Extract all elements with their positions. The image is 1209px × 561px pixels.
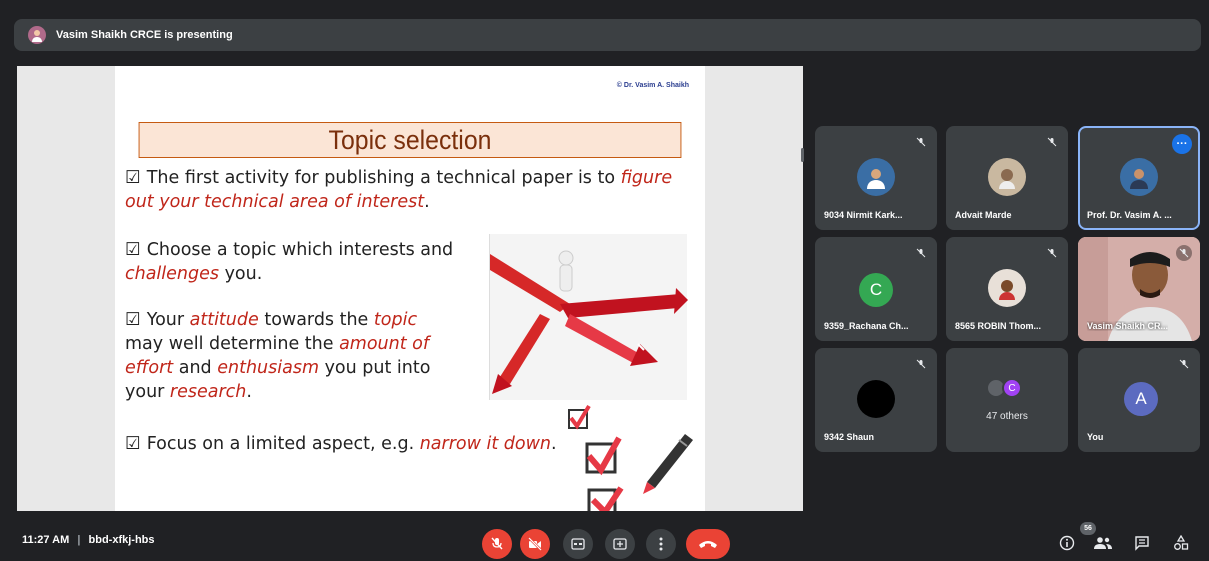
slide-bullet-4: ☑ Focus on a limited aspect, e.g. narrow … (125, 434, 557, 454)
chat-button[interactable] (1131, 532, 1153, 554)
more-options-button[interactable] (646, 529, 676, 559)
meeting-time: 11:27 AM (22, 534, 70, 546)
mic-off-icon (1044, 134, 1060, 150)
chat-icon (1135, 536, 1149, 551)
participant-tile[interactable]: 9034 Nirmit Kark... (815, 126, 937, 230)
meeting-info-button[interactable] (1056, 532, 1078, 554)
bottom-toolbar: 11:27 AM | bbd-xfkj-hbs 56 (0, 520, 1209, 561)
mic-off-icon (913, 356, 929, 372)
mic-off-icon (491, 537, 503, 550)
participant-tile[interactable]: Advait Marde (946, 126, 1068, 230)
crossroads-arrows-image (489, 234, 688, 400)
slide-bullet-1: ☑ The first activity for publishing a tec… (125, 168, 673, 212)
avatar (1120, 158, 1158, 196)
checkbox-icon: ☑ (125, 168, 141, 188)
meeting-code: bbd-xfkj-hbs (88, 534, 155, 546)
mic-off-button[interactable] (482, 529, 512, 559)
avatar: A (1124, 382, 1158, 416)
avatar (857, 380, 895, 418)
slide-copyright: © Dr. Vasim A. Shaikh (616, 82, 689, 89)
presenter-avatar (28, 26, 46, 44)
mic-off-icon (1176, 245, 1192, 261)
present-icon (613, 538, 627, 550)
avatar (857, 158, 895, 196)
checkbox-icon: ☑ (125, 310, 141, 330)
meet-window: Vasim Shaikh CRCE is presenting © Dr. Va… (0, 0, 1209, 561)
meeting-time-and-code: 11:27 AM | bbd-xfkj-hbs (22, 534, 155, 546)
checklist-image (567, 404, 697, 511)
slide-bullet-3: ☑ Your attitude towards the topic may well… (125, 310, 431, 402)
stage-scrollbar[interactable] (801, 148, 804, 162)
slide-bullet-2: ☑ Choose a topic which interests and chall… (125, 240, 454, 284)
participant-name: Advait Marde (955, 210, 1012, 220)
participant-name: 9342 Shaun (824, 432, 875, 442)
mic-off-icon (1044, 245, 1060, 261)
avatar (988, 158, 1026, 196)
people-button[interactable] (1092, 532, 1114, 554)
present-button[interactable] (605, 529, 635, 559)
presentation-stage[interactable]: © Dr. Vasim A. Shaikh Topic selection ☑ T… (17, 66, 803, 511)
avatar (988, 269, 1026, 307)
presenting-text: Vasim Shaikh CRCE is presenting (56, 29, 233, 41)
info-icon (1059, 535, 1075, 551)
mic-off-icon (1176, 356, 1192, 372)
participant-tile-active[interactable]: ··· Prof. Dr. Vasim A. ... (1078, 126, 1200, 230)
participant-tile[interactable]: C 9359_Rachana Ch... (815, 237, 937, 341)
slide: © Dr. Vasim A. Shaikh Topic selection ☑ T… (115, 66, 705, 511)
slide-title: Topic selection (138, 122, 682, 158)
participant-name: 9034 Nirmit Kark... (824, 210, 903, 220)
captions-icon (571, 538, 585, 550)
mic-off-icon (913, 134, 929, 150)
participant-tile-self[interactable]: A You (1078, 348, 1200, 452)
more-options-icon (659, 537, 663, 551)
hang-up-button[interactable] (686, 529, 730, 559)
people-icon (1094, 537, 1112, 549)
participant-name: 8565 ROBIN Thom... (955, 321, 1042, 331)
presenting-bar: Vasim Shaikh CRCE is presenting (14, 19, 1201, 51)
avatar: C (859, 273, 893, 307)
camera-off-icon (528, 537, 542, 551)
participant-name: You (1087, 432, 1104, 442)
participant-tile-video[interactable]: Vasim Shaikh CR... (1078, 237, 1200, 341)
captions-button[interactable] (563, 529, 593, 559)
checkbox-icon: ☑ (125, 240, 141, 260)
avatar: C (1002, 378, 1022, 398)
participant-name: 9359_Rachana Ch... (824, 321, 909, 331)
participant-name: Vasim Shaikh CR... (1087, 321, 1169, 331)
activities-button[interactable] (1170, 532, 1192, 554)
activities-icon (1174, 535, 1189, 550)
participant-tile[interactable]: 8565 ROBIN Thom... (946, 237, 1068, 341)
others-tile[interactable]: C 47 others (946, 348, 1068, 452)
hang-up-icon (699, 541, 717, 548)
camera-off-button[interactable] (520, 529, 550, 559)
mic-off-icon (913, 245, 929, 261)
checkbox-icon: ☑ (125, 434, 141, 454)
participant-name: Prof. Dr. Vasim A. ... (1087, 210, 1172, 220)
participant-tile[interactable]: 9342 Shaun (815, 348, 937, 452)
more-options-icon[interactable]: ··· (1172, 134, 1192, 154)
others-count: 47 others (986, 411, 1028, 422)
